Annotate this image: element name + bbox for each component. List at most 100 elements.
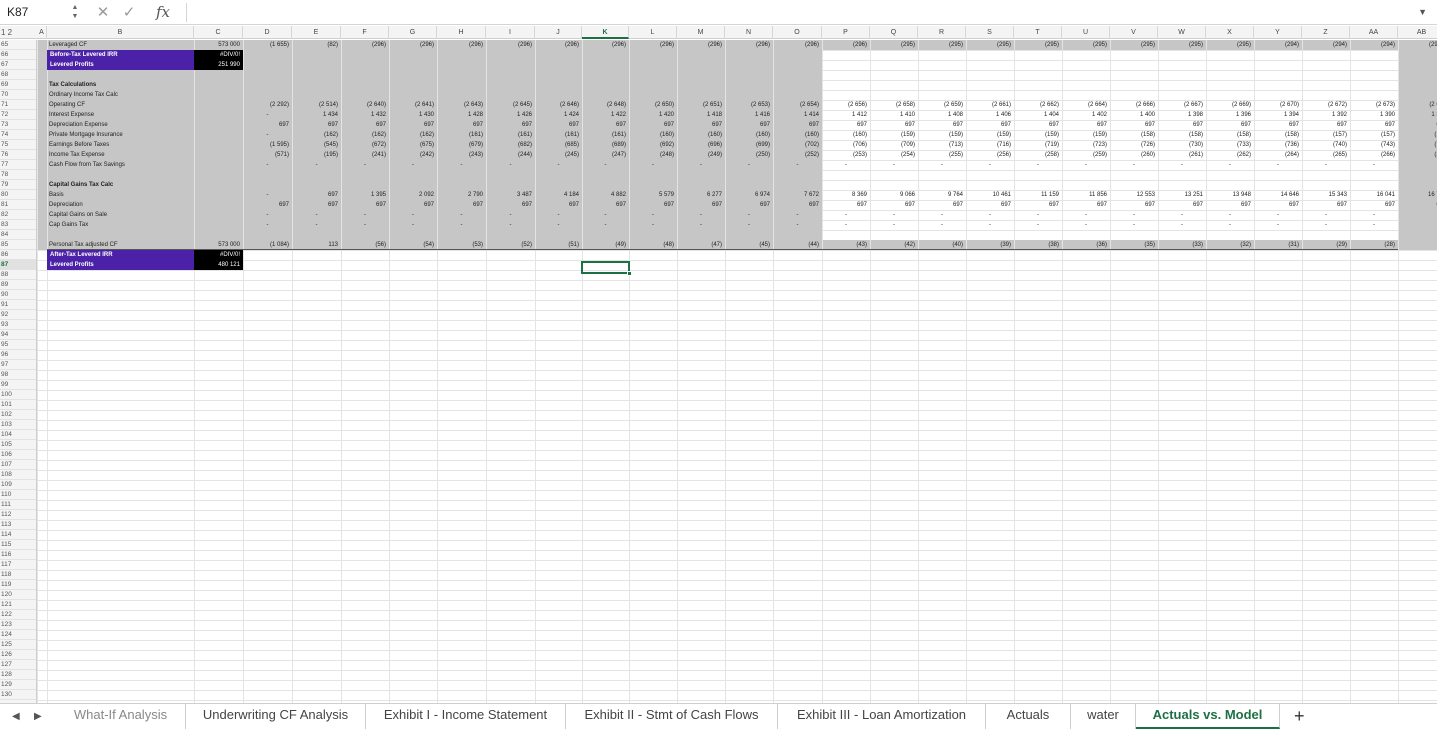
row-label-70[interactable]: Ordinary Income Tax Calc [47, 90, 194, 100]
irr-value-87[interactable]: 480 121 [194, 260, 243, 270]
cell-v72[interactable]: 1 400 [1110, 110, 1158, 120]
cell-w76[interactable]: (261) [1158, 150, 1206, 160]
row-header-119[interactable]: 119 [0, 580, 36, 590]
cell-n83[interactable]: - [725, 220, 773, 230]
cell-s65[interactable]: (295) [966, 40, 1014, 50]
cell-o80[interactable]: 7 672 [773, 190, 822, 200]
cell-d82[interactable]: - [243, 210, 292, 220]
cell-z77[interactable]: - [1302, 160, 1350, 170]
column-header-l[interactable]: L [629, 26, 677, 39]
next-sheet-icon[interactable]: ▶ [34, 704, 42, 729]
cell-l75[interactable]: (692) [629, 140, 677, 150]
cell-h75[interactable]: (679) [437, 140, 486, 150]
column-header-z[interactable]: Z [1302, 26, 1350, 39]
cell-k75[interactable]: (689) [582, 140, 629, 150]
cell-d74[interactable]: - [243, 130, 292, 140]
cell-v82[interactable]: - [1110, 210, 1158, 220]
cell-v74[interactable]: (158) [1110, 130, 1158, 140]
cell-f81[interactable]: 697 [341, 200, 389, 210]
cell-z72[interactable]: 1 392 [1302, 110, 1350, 120]
cell-x77[interactable]: - [1206, 160, 1254, 170]
cell-d83[interactable]: - [243, 220, 292, 230]
cell-n80[interactable]: 6 974 [725, 190, 773, 200]
cell-x80[interactable]: 13 948 [1206, 190, 1254, 200]
row-label-71[interactable]: Operating CF [47, 100, 194, 110]
column-header-w[interactable]: W [1158, 26, 1206, 39]
cell-d77[interactable]: - [243, 160, 292, 170]
cell-s80[interactable]: 10 461 [966, 190, 1014, 200]
cell-n71[interactable]: (2 653) [725, 100, 773, 110]
column-header-e[interactable]: E [292, 26, 341, 39]
cell-r65[interactable]: (295) [918, 40, 966, 50]
cell-x65[interactable]: (295) [1206, 40, 1254, 50]
cell-z82[interactable]: - [1302, 210, 1350, 220]
cell-t75[interactable]: (719) [1014, 140, 1062, 150]
cell-g80[interactable]: 2 092 [389, 190, 437, 200]
row-header-80[interactable]: 80 [0, 190, 36, 200]
row-header-96[interactable]: 96 [0, 350, 36, 360]
row-header-106[interactable]: 106 [0, 450, 36, 460]
cell-aa65[interactable]: (294) [1350, 40, 1398, 50]
cell-ab80[interactable]: 16 73 [1398, 190, 1437, 200]
column-header-d[interactable]: D [243, 26, 292, 39]
cell-n81[interactable]: 697 [725, 200, 773, 210]
cell-h83[interactable]: - [437, 220, 486, 230]
cell-ab73[interactable]: 69 [1398, 120, 1437, 130]
column-header-x[interactable]: X [1206, 26, 1254, 39]
cell-g73[interactable]: 697 [389, 120, 437, 130]
cell-p75[interactable]: (706) [822, 140, 870, 150]
cell-q81[interactable]: 697 [870, 200, 918, 210]
cell-h71[interactable]: (2 643) [437, 100, 486, 110]
cell-x76[interactable]: (262) [1206, 150, 1254, 160]
cell-aa81[interactable]: 697 [1350, 200, 1398, 210]
column-header-aa[interactable]: AA [1350, 26, 1398, 39]
column-header-i[interactable]: I [486, 26, 535, 39]
add-sheet-button[interactable]: + [1294, 704, 1305, 729]
irr-value-86[interactable]: #DIV/0! [194, 250, 243, 260]
cell-m72[interactable]: 1 418 [677, 110, 725, 120]
cell-u75[interactable]: (723) [1062, 140, 1110, 150]
cell-l80[interactable]: 5 579 [629, 190, 677, 200]
cell-w72[interactable]: 1 398 [1158, 110, 1206, 120]
column-header-s[interactable]: S [966, 26, 1014, 39]
cell-ab81[interactable]: 69 [1398, 200, 1437, 210]
cell-g81[interactable]: 697 [389, 200, 437, 210]
cell-i73[interactable]: 697 [486, 120, 535, 130]
cell-v83[interactable]: - [1110, 220, 1158, 230]
cell-j77[interactable]: - [535, 160, 582, 170]
cell-i83[interactable]: - [486, 220, 535, 230]
cell-d73[interactable]: 697 [243, 120, 292, 130]
cell-aa72[interactable]: 1 390 [1350, 110, 1398, 120]
cell-e80[interactable]: 697 [292, 190, 341, 200]
cell-y80[interactable]: 14 646 [1254, 190, 1302, 200]
cell-n76[interactable]: (250) [725, 150, 773, 160]
cell-o83[interactable]: - [773, 220, 822, 230]
cell-ab82[interactable] [1398, 210, 1437, 220]
cell-n73[interactable]: 697 [725, 120, 773, 130]
row-header-111[interactable]: 111 [0, 500, 36, 510]
cell-q83[interactable]: - [870, 220, 918, 230]
cell-k76[interactable]: (247) [582, 150, 629, 160]
cell-grid[interactable]: Leveraged CF Before-Tax Levered IRR Levere… [37, 40, 1437, 703]
cell-s81[interactable]: 697 [966, 200, 1014, 210]
cell-i75[interactable]: (682) [486, 140, 535, 150]
column-header-t[interactable]: T [1014, 26, 1062, 39]
row-header-89[interactable]: 89 [0, 280, 36, 290]
row-header-73[interactable]: 73 [0, 120, 36, 130]
column-header-ab[interactable]: AB [1398, 26, 1437, 39]
cell-f77[interactable]: - [341, 160, 389, 170]
cell-e82[interactable]: - [292, 210, 341, 220]
cell-u71[interactable]: (2 664) [1062, 100, 1110, 110]
cell-o71[interactable]: (2 654) [773, 100, 822, 110]
cell-t82[interactable]: - [1014, 210, 1062, 220]
cell-j74[interactable]: (161) [535, 130, 582, 140]
cell-ab75[interactable]: (74 [1398, 140, 1437, 150]
cell-w82[interactable]: - [1158, 210, 1206, 220]
cell-n65[interactable]: (296) [725, 40, 773, 50]
cell-y81[interactable]: 697 [1254, 200, 1302, 210]
cell-u80[interactable]: 11 856 [1062, 190, 1110, 200]
outline-level-buttons[interactable]: 1 2 [1, 26, 12, 39]
cell-e75[interactable]: (545) [292, 140, 341, 150]
cell-w71[interactable]: (2 667) [1158, 100, 1206, 110]
formula-input[interactable] [186, 3, 1406, 22]
